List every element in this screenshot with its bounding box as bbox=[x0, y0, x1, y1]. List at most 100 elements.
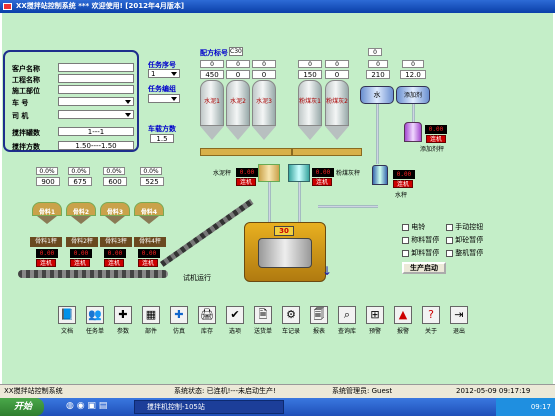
delivery-icon: 🗎 bbox=[254, 306, 272, 324]
toolbar-delivery[interactable]: 🗎 送货单 bbox=[252, 306, 274, 338]
trial-run-label: 试机运行 bbox=[183, 274, 211, 282]
toolbar-param[interactable]: ✚ 参数 bbox=[112, 306, 134, 338]
flyash-connect[interactable]: 连机 bbox=[312, 178, 332, 186]
agg-scale-2: 骨料2秤 bbox=[66, 237, 98, 247]
sim-icon: ✚ bbox=[170, 306, 188, 324]
silo-5-value[interactable]: 0 bbox=[325, 70, 349, 79]
ctrl-manual[interactable]: 手动控钮 bbox=[446, 222, 483, 232]
start-production-button[interactable]: 生产启动 bbox=[402, 262, 446, 274]
silo-3-pct: 0 bbox=[252, 60, 276, 68]
cement-connect[interactable]: 连机 bbox=[236, 178, 256, 186]
silo-2-value[interactable]: 0 bbox=[226, 70, 250, 79]
toolbar-car[interactable]: ⚙ 车记录 bbox=[280, 306, 302, 338]
report-icon: 🗐 bbox=[310, 306, 328, 324]
agg-connect-3[interactable]: 连机 bbox=[104, 259, 124, 267]
discharge-arrow-icon: ↓ bbox=[322, 264, 333, 278]
ctrl-unload-concrete-pause[interactable]: 卸砼暂停 bbox=[446, 235, 483, 245]
task-select[interactable]: 1 bbox=[148, 69, 180, 78]
toolbar-report[interactable]: 🗐 报表 bbox=[308, 306, 330, 338]
volume-field[interactable]: 1.50----1.50 bbox=[58, 141, 134, 150]
customer-field[interactable] bbox=[58, 63, 134, 72]
volume-label: 搅拌方数 bbox=[12, 143, 40, 151]
ctrl-weigh-pause[interactable]: 称料暂停 bbox=[402, 235, 439, 245]
additive-connect[interactable]: 连机 bbox=[426, 135, 446, 143]
agg-3-value[interactable]: 600 bbox=[103, 177, 127, 186]
tank-count-field[interactable]: 1---1 bbox=[58, 127, 134, 136]
station-label: 任务编组 bbox=[148, 85, 176, 93]
toolbar-alarm[interactable]: ▲ 报警 bbox=[392, 306, 414, 338]
toolbar-sim[interactable]: ✚ 仿真 bbox=[168, 306, 190, 338]
silo-1-value[interactable]: 450 bbox=[200, 70, 224, 79]
agg-2-pct: 0.0% bbox=[68, 167, 90, 175]
site-field[interactable] bbox=[58, 85, 134, 94]
agg-1-pct: 0.0% bbox=[36, 167, 58, 175]
toolbar-option[interactable]: ✔ 选项 bbox=[224, 306, 246, 338]
additive-tank: 添加剂 bbox=[396, 86, 430, 104]
flyash-screw-conveyor bbox=[292, 148, 362, 156]
window-titlebar: XX搅拌站控制系统 *** 欢迎使用! [2012年4月版本] bbox=[0, 0, 555, 13]
taskbar-window-button[interactable]: 搅拌机控制-105站 bbox=[134, 400, 284, 414]
alarm-icon: ⊞ bbox=[366, 306, 384, 324]
agg-2-value[interactable]: 675 bbox=[68, 177, 92, 186]
toolbar-part[interactable]: ▦ 部件 bbox=[140, 306, 162, 338]
project-field[interactable] bbox=[58, 74, 134, 83]
toolbar-about[interactable]: ? 关于 bbox=[420, 306, 442, 338]
water-connect[interactable]: 连机 bbox=[393, 180, 413, 188]
station-select[interactable] bbox=[148, 94, 180, 103]
batch-field[interactable]: 1.5 bbox=[150, 134, 174, 143]
ctrl-machine-pause[interactable]: 整机暂停 bbox=[446, 248, 483, 258]
customer-label: 客户名称 bbox=[12, 65, 40, 73]
driver-select[interactable] bbox=[58, 110, 134, 119]
status-bar: XX搅拌站控制系统 系统状态: 已连机!---未启动生产! 系统管理员: Gue… bbox=[0, 384, 555, 398]
status-app: XX搅拌站控制系统 bbox=[4, 387, 63, 395]
ctrl-bell[interactable]: 电铃 bbox=[402, 222, 425, 232]
agg-scale-3: 骨料3秤 bbox=[100, 237, 132, 247]
water-pct: 0 bbox=[368, 48, 382, 56]
toolbar-exit[interactable]: ⇥ 退出 bbox=[448, 306, 470, 338]
toolbar-task[interactable]: 👥 任务单 bbox=[84, 306, 106, 338]
warn-icon: ▲ bbox=[394, 306, 412, 324]
cement-screw-conveyor bbox=[200, 148, 292, 156]
recipe-label: 配方标号 bbox=[200, 49, 228, 57]
tank-count-label: 搅拌罐数 bbox=[12, 129, 40, 137]
water-value[interactable]: 210 bbox=[366, 70, 390, 79]
flyash-silo-2: 粉煤灰2 bbox=[325, 80, 349, 142]
flyash-drop-pipe bbox=[298, 182, 301, 224]
quick-launch[interactable]: ◍ ◉ ▣ ▤ bbox=[66, 401, 126, 413]
silo-2-pct: 0 bbox=[226, 60, 250, 68]
agg-connect-2[interactable]: 连机 bbox=[70, 259, 90, 267]
cement-led: 0.00 bbox=[236, 168, 258, 177]
agg-led-1: 0.00 bbox=[36, 249, 58, 258]
window-title: XX搅拌站控制系统 *** 欢迎使用! [2012年4月版本] bbox=[16, 2, 185, 10]
additive-scale-hopper bbox=[404, 122, 422, 142]
toolbar-prewarn[interactable]: ⊞ 预警 bbox=[364, 306, 386, 338]
additive-scale-label: 添加剂秤 bbox=[420, 146, 445, 153]
water-tank: 水 bbox=[360, 86, 394, 104]
agg-connect-4[interactable]: 连机 bbox=[138, 259, 158, 267]
param-icon: ✚ bbox=[114, 306, 132, 324]
option-icon: ✔ bbox=[226, 306, 244, 324]
exit-icon: ⇥ bbox=[450, 306, 468, 324]
doc-icon: 📘 bbox=[58, 306, 76, 324]
cement-scale-label: 水泥秤 bbox=[213, 170, 232, 177]
water-scale-label: 水秤 bbox=[395, 192, 408, 199]
silo-3-value[interactable]: 0 bbox=[252, 70, 276, 79]
toolbar-doc[interactable]: 📘 文档 bbox=[56, 306, 78, 338]
flyash-scale-label: 粉煤灰秤 bbox=[336, 170, 361, 177]
flyash-silo-1: 粉煤灰1 bbox=[298, 80, 322, 142]
ctrl-unload-pause[interactable]: 卸料暂停 bbox=[402, 248, 439, 258]
truck-select[interactable] bbox=[58, 97, 134, 106]
agg-4-value[interactable]: 525 bbox=[140, 177, 164, 186]
toolbar-query[interactable]: ⌕ 查询库 bbox=[336, 306, 358, 338]
agg-1-value[interactable]: 900 bbox=[36, 177, 60, 186]
toolbar-stock[interactable]: 🖨 库存 bbox=[196, 306, 218, 338]
start-button[interactable]: 开始 bbox=[0, 398, 44, 416]
water-scale-hopper bbox=[372, 165, 388, 185]
silo-4-value[interactable]: 150 bbox=[298, 70, 322, 79]
agg-led-2: 0.00 bbox=[70, 249, 92, 258]
additive-value[interactable]: 12.0 bbox=[400, 70, 426, 79]
agg-connect-1[interactable]: 连机 bbox=[36, 259, 56, 267]
recipe-field[interactable]: C30 bbox=[229, 47, 243, 56]
status-time: 2012-05-09 09:17:19 bbox=[456, 387, 531, 395]
stock-icon: 🖨 bbox=[198, 306, 216, 324]
